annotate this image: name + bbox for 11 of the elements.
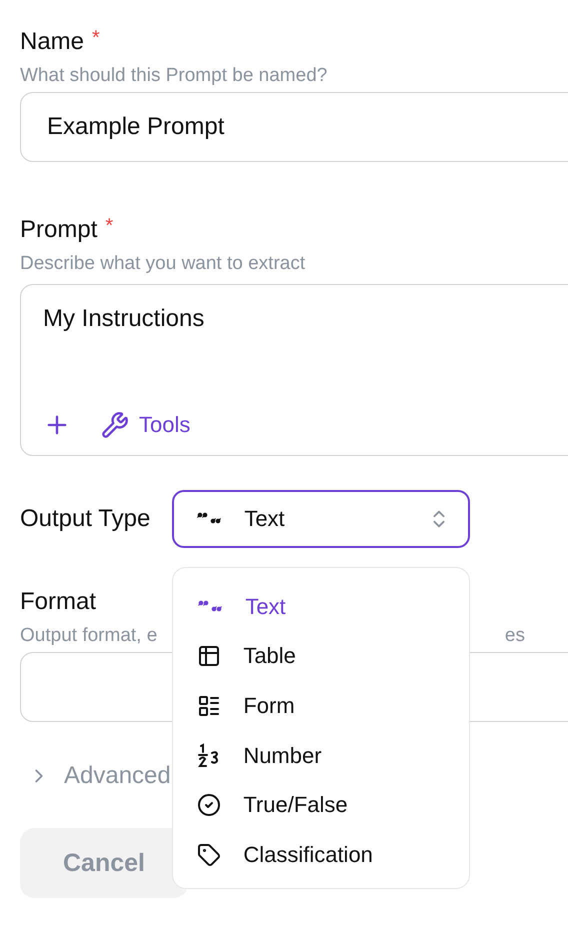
- field-hint: Describe what you want to extract: [20, 252, 306, 276]
- field-hint: Output format, e: [20, 624, 158, 648]
- field-hint: es: [504, 624, 525, 648]
- field-label: Prompt: [20, 215, 98, 245]
- prompt-text: My Instructions: [43, 305, 206, 333]
- field-label: Name: [20, 27, 84, 57]
- field-label: Format: [20, 587, 96, 617]
- field-label: Output Type: [20, 504, 150, 534]
- required-mark: *: [105, 214, 114, 238]
- field-hint: What should this Prompt be named?: [20, 64, 328, 88]
- required-mark: *: [92, 26, 100, 50]
